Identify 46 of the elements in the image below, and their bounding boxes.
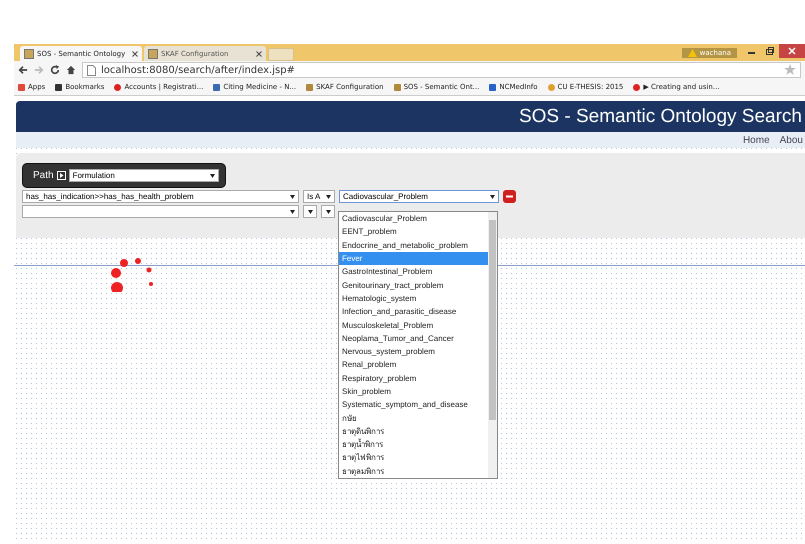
dropdown-option[interactable]: Neoplama_Tumor_and_Cancer [339,332,488,345]
property-select[interactable]: has_has_indication>>has_has_health_problem [22,190,299,203]
reload-icon[interactable] [50,65,60,75]
value-select[interactable] [321,205,335,218]
dropdown-option[interactable]: Cadiovascular_Problem [339,212,488,226]
path-label: Path [33,170,54,181]
site-title: SOS - Semantic Ontology Search [518,106,802,128]
nav-link[interactable]: Abou [780,134,803,146]
dropdown-option[interactable]: Infection_and_parasitic_disease [339,305,488,318]
close-icon[interactable] [779,44,805,58]
dropdown-option[interactable]: Respiratory_problem [339,372,488,385]
dropdown-option[interactable]: EENT_problem [339,225,488,239]
dropdown-option[interactable]: Nervous_system_problem [339,344,488,358]
dropdown-option[interactable]: ธาตุลมพิการ [339,464,488,478]
caret-icon [326,210,331,214]
path-select[interactable]: Formulation [68,169,219,182]
relation-select[interactable] [303,205,317,218]
address-bar[interactable]: localhost:8080/search/after/index.jsp# [82,62,801,78]
close-tab-icon[interactable] [132,50,138,56]
dropdown-option[interactable]: ธาตุน้ำพิการ [339,438,488,452]
caret-icon [210,174,215,178]
dropdown-option[interactable]: Systematic_symptom_and_disease [339,398,488,412]
dropdown-option[interactable]: ธาตุไฟพิการ [339,451,488,465]
value-select[interactable]: Cadiovascular_Problem [339,190,499,203]
home-icon[interactable] [66,65,76,75]
dropdown-option[interactable]: Musculoskeletal_Problem [339,318,488,332]
back-icon[interactable] [18,65,28,75]
dropdown-option[interactable]: Skin_problem [339,384,488,398]
dropdown-option[interactable]: Endocrine_and_metabolic_problem [339,238,488,252]
close-tab-icon[interactable] [256,50,262,56]
dropdown-option[interactable]: Renal_problem [339,358,488,372]
remove-icon[interactable] [503,190,516,203]
dropdown-option[interactable]: Genitourinary_tract_problem [339,278,488,292]
caret-icon [326,195,331,199]
dropdown-option[interactable]: Hematologic_system [339,292,488,306]
dropdown-option[interactable]: GastroIntestinal_Problem [339,265,488,278]
expand-icon[interactable] [56,171,66,180]
caret-icon [308,210,313,214]
caret-icon [490,195,495,199]
dropdown-option[interactable]: ธาตุดินพิการ [339,424,488,438]
dropdown-option[interactable]: กษัย [339,411,488,425]
node-cluster-drawing [109,256,153,292]
relation-select[interactable]: Is A [303,190,335,203]
nav-link[interactable]: Home [742,134,770,146]
caret-icon [290,195,295,199]
caret-icon [290,210,295,214]
